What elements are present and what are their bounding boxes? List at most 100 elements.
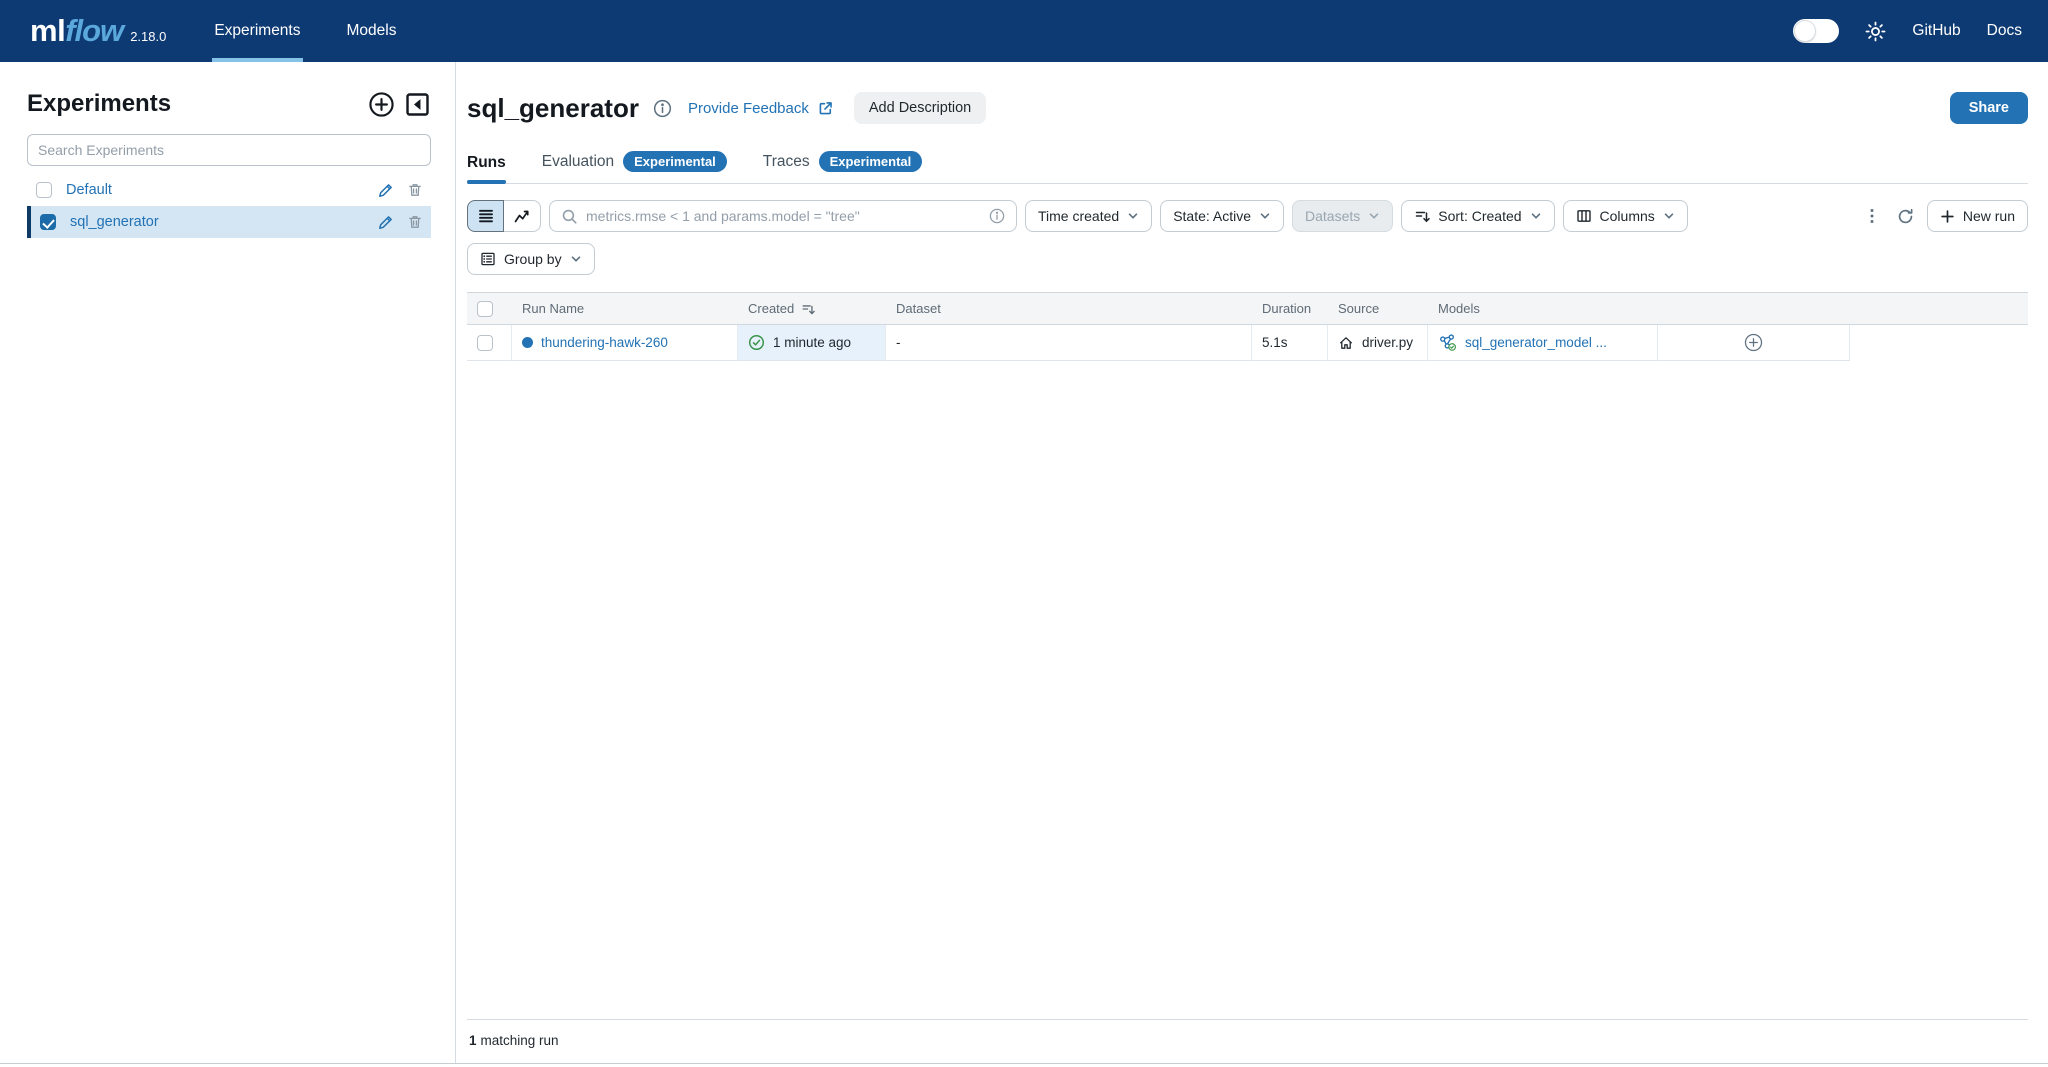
sort-dropdown[interactable]: Sort: Created (1401, 200, 1554, 232)
experiments-list: Default (27, 174, 431, 238)
created-time: 1 minute ago (773, 335, 851, 350)
table-header-row: Run Name Created Dataset Duration Source… (467, 292, 2028, 325)
top-navbar: mlflow 2.18.0 Experiments Models GitHub … (0, 0, 2048, 62)
edit-pencil-icon[interactable] (377, 182, 394, 199)
runs-filter-input[interactable] (586, 208, 981, 224)
run-name-link[interactable]: thundering-hawk-260 (541, 335, 668, 350)
chart-view-icon (513, 207, 531, 225)
gear-icon[interactable] (1865, 21, 1886, 42)
duration-value: 5.1s (1262, 335, 1288, 350)
column-header-run-name[interactable]: Run Name (512, 293, 738, 324)
tab-traces[interactable]: Traces Experimental (763, 151, 922, 183)
chevron-down-icon (1127, 210, 1139, 222)
experiment-item-sql-generator[interactable]: sql_generator (27, 206, 431, 238)
share-button[interactable]: Share (1950, 92, 2028, 124)
new-run-label: New run (1963, 208, 2015, 224)
filter-info-icon[interactable] (989, 208, 1005, 224)
navbar-right: GitHub Docs (1793, 19, 2022, 43)
refresh-icon[interactable] (1892, 203, 1919, 230)
experiment-link[interactable]: Default (66, 182, 363, 198)
logo-ml-text: ml (30, 13, 65, 49)
experimental-badge: Experimental (623, 151, 727, 172)
datasets-dropdown[interactable]: Datasets (1292, 200, 1393, 232)
theme-toggle[interactable] (1793, 19, 1839, 43)
list-view-icon (477, 207, 495, 225)
state-label: State: Active (1173, 208, 1251, 224)
logo-flow-text: flow (65, 13, 123, 49)
row-checkbox[interactable] (477, 335, 493, 351)
chart-view-button[interactable] (504, 200, 541, 232)
add-column-plus-icon[interactable] (1744, 333, 1763, 352)
dataset-value: - (896, 335, 901, 350)
new-experiment-icon[interactable] (368, 91, 395, 118)
edit-pencil-icon[interactable] (377, 214, 394, 231)
mlflow-logo[interactable]: mlflow 2.18.0 (30, 13, 166, 49)
time-created-dropdown[interactable]: Time created (1025, 200, 1152, 232)
finished-check-icon (748, 334, 765, 351)
external-link-icon (817, 100, 834, 117)
more-options-kebab-icon[interactable] (1860, 203, 1884, 229)
chevron-down-icon (1259, 210, 1271, 222)
chevron-down-icon (1368, 210, 1380, 222)
collapse-sidebar-icon[interactable] (404, 91, 431, 118)
provide-feedback-link[interactable]: Provide Feedback (688, 100, 834, 117)
home-source-icon (1338, 335, 1354, 351)
delete-trash-icon[interactable] (407, 182, 423, 198)
search-experiments-input[interactable] (27, 134, 431, 166)
github-link[interactable]: GitHub (1912, 22, 1960, 40)
experiment-main-panel: sql_generator Provide Feedback Ad (456, 62, 2048, 1063)
provide-feedback-label: Provide Feedback (688, 100, 809, 117)
experiment-checkbox[interactable] (40, 214, 56, 230)
experiment-link[interactable]: sql_generator (70, 214, 363, 230)
columns-label: Columns (1600, 208, 1655, 224)
chevron-down-icon (1530, 210, 1542, 222)
experiment-checkbox[interactable] (36, 182, 52, 198)
columns-dropdown[interactable]: Columns (1563, 200, 1688, 232)
group-by-icon (480, 251, 496, 267)
nav-item-experiments[interactable]: Experiments (212, 0, 302, 62)
chevron-down-icon (1663, 210, 1675, 222)
list-view-button[interactable] (467, 200, 504, 232)
experimental-badge: Experimental (819, 151, 923, 172)
columns-icon (1576, 208, 1592, 224)
nav-item-models[interactable]: Models (345, 0, 399, 62)
column-header-created[interactable]: Created (738, 293, 886, 324)
select-all-checkbox[interactable] (477, 301, 493, 317)
primary-nav: Experiments Models (212, 0, 440, 62)
model-link[interactable]: sql_generator_model ... (1465, 335, 1607, 350)
column-header-dataset[interactable]: Dataset (886, 293, 1252, 324)
column-header-models[interactable]: Models (1428, 293, 1658, 324)
experiment-item-default[interactable]: Default (27, 174, 431, 206)
search-icon (561, 208, 578, 225)
tab-traces-label: Traces (763, 153, 810, 171)
state-dropdown[interactable]: State: Active (1160, 200, 1284, 232)
group-by-label: Group by (504, 251, 562, 267)
plus-icon (1940, 209, 1955, 224)
matching-run-label: matching run (481, 1033, 559, 1048)
tab-evaluation[interactable]: Evaluation Experimental (542, 151, 727, 183)
tab-evaluation-label: Evaluation (542, 153, 614, 171)
run-status-dot (522, 337, 533, 348)
experiment-header: sql_generator Provide Feedback Ad (467, 92, 2028, 124)
tab-runs[interactable]: Runs (467, 154, 506, 183)
chevron-down-icon (570, 253, 582, 265)
info-icon[interactable] (653, 99, 672, 118)
docs-link[interactable]: Docs (1987, 22, 2022, 40)
runs-table: Run Name Created Dataset Duration Source… (467, 292, 2028, 361)
add-description-button[interactable]: Add Description (854, 92, 986, 124)
experiments-sidebar: Experiments (0, 62, 456, 1063)
group-by-dropdown[interactable]: Group by (467, 243, 595, 275)
experiment-tabs: Runs Evaluation Experimental Traces Expe… (467, 151, 2028, 184)
column-header-duration[interactable]: Duration (1252, 293, 1328, 324)
new-run-button[interactable]: New run (1927, 200, 2028, 232)
runs-toolbar: Time created State: Active Datasets (467, 200, 2028, 232)
source-value[interactable]: driver.py (1362, 335, 1413, 350)
registered-model-icon (1438, 333, 1457, 352)
table-row: thundering-hawk-260 1 minute ago - 5.1s (467, 325, 2028, 361)
column-header-source[interactable]: Source (1328, 293, 1428, 324)
delete-trash-icon[interactable] (407, 214, 423, 230)
groupby-row: Group by (467, 243, 2028, 275)
view-mode-toggle (467, 200, 541, 232)
version-label: 2.18.0 (130, 29, 166, 44)
sort-descending-icon (801, 302, 815, 316)
